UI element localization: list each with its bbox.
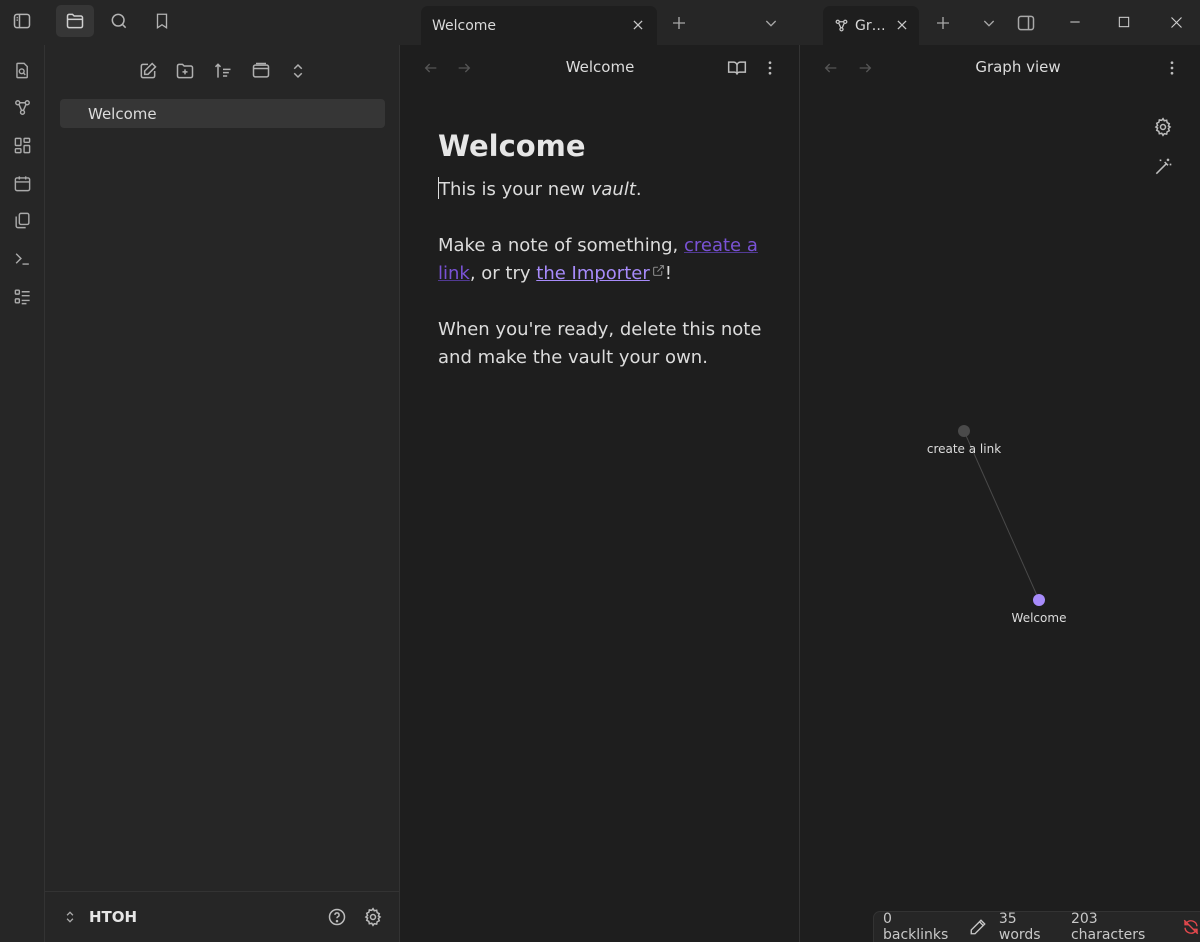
tab-close-icon[interactable] [627, 14, 649, 36]
vault-name: НТОН [89, 908, 138, 926]
tab-graph-view[interactable]: Gr… [823, 6, 919, 45]
quick-switcher-icon[interactable] [8, 56, 36, 84]
tab-list-chevron-down-icon[interactable] [758, 10, 784, 36]
navigate-forward-arrow-icon[interactable] [452, 57, 476, 79]
title-bar: Welcome Gr… [0, 0, 1200, 45]
window-close-icon[interactable] [1161, 8, 1191, 36]
bookmark-icon[interactable] [143, 5, 181, 37]
note-header-title[interactable]: Welcome [500, 58, 700, 76]
files-tab-folder-icon[interactable] [56, 5, 94, 37]
graph-view-pane: Graph view create a link Welcome [801, 45, 1200, 942]
note-paragraph: When you're ready, delete this note and … [438, 318, 762, 368]
sync-status-icon[interactable] [1182, 918, 1200, 936]
note-emphasis: vault [590, 178, 636, 200]
more-options-icon[interactable] [758, 56, 782, 80]
search-icon[interactable] [100, 5, 138, 37]
navigate-back-arrow-icon[interactable] [419, 57, 443, 79]
maximize-icon[interactable] [1109, 8, 1139, 36]
note-text: Make a note of something, [438, 234, 684, 256]
file-item-welcome[interactable]: Welcome [60, 99, 385, 128]
chevron-up-down-icon [63, 910, 77, 924]
sort-order-icon[interactable] [209, 57, 237, 85]
reading-view-book-icon[interactable] [725, 56, 749, 80]
canvas-icon[interactable] [8, 131, 36, 159]
graph-view-icon[interactable] [8, 93, 36, 121]
graph-canvas[interactable] [801, 45, 1200, 942]
help-icon[interactable] [324, 904, 350, 930]
templates-copy-icon[interactable] [8, 206, 36, 234]
note-paragraph: Make a note of something, create a link,… [438, 232, 768, 288]
external-link-importer[interactable]: the Importer [536, 263, 649, 284]
tab-list-chevron-down-icon[interactable] [976, 10, 1002, 36]
tab-close-icon[interactable] [891, 14, 913, 36]
graph-node-welcome[interactable] [1033, 594, 1045, 606]
graph-node-label: create a link [926, 442, 1002, 456]
obsidian-window: Welcome Gr… Welcome НТОН Welcome Welcome… [0, 0, 1200, 942]
note-text: This is your new [439, 178, 591, 200]
backlinks-count[interactable]: 0 backlinks [883, 911, 957, 942]
toggle-right-sidebar-icon[interactable] [1013, 10, 1039, 36]
note-text: ! [664, 262, 672, 284]
new-tab-plus-icon[interactable] [930, 10, 956, 36]
status-bar: 0 backlinks 35 words 203 characters [873, 911, 1200, 942]
vault-switcher[interactable]: НТОН [63, 908, 137, 926]
expand-collapse-chevrons-icon[interactable] [284, 57, 312, 85]
character-count: 203 characters [1070, 911, 1146, 942]
note-heading: Welcome [438, 129, 586, 163]
daily-note-calendar-icon[interactable] [8, 169, 36, 197]
new-tab-plus-icon[interactable] [666, 10, 692, 36]
vault-footer: НТОН [45, 891, 399, 942]
file-explorer-sidebar: Welcome НТОН [45, 45, 400, 942]
settings-gear-icon[interactable] [360, 904, 386, 930]
new-folder-icon[interactable] [171, 57, 199, 85]
tab-welcome[interactable]: Welcome [421, 6, 657, 45]
external-link-icon [652, 264, 665, 277]
word-count: 35 words [998, 911, 1041, 942]
command-palette-terminal-icon[interactable] [8, 244, 36, 272]
file-item-label: Welcome [88, 104, 157, 123]
editing-mode-pencil-icon[interactable] [969, 918, 987, 936]
minimize-icon[interactable] [1060, 8, 1090, 36]
graph-node-label: Welcome [1011, 611, 1067, 625]
graph-tab-icon [834, 18, 849, 33]
outline-list-icon[interactable] [8, 282, 36, 310]
note-text: . [635, 178, 642, 200]
graph-node-create-a-link[interactable] [958, 425, 970, 437]
note-text: , or try [469, 262, 537, 284]
collapse-all-icon[interactable] [247, 57, 275, 85]
new-note-icon[interactable] [134, 57, 162, 85]
ribbon [0, 45, 45, 942]
tab-graph-title: Gr… [855, 17, 886, 34]
tab-welcome-title: Welcome [432, 17, 497, 34]
note-content[interactable]: Welcome This is your new vault. Make a n… [438, 129, 768, 400]
note-paragraph: This is your new vault. [438, 176, 768, 204]
graph-edge [963, 430, 1040, 601]
toggle-left-sidebar-icon[interactable] [3, 5, 41, 37]
editor-pane: Welcome Welcome This is your new vault. … [400, 45, 800, 942]
